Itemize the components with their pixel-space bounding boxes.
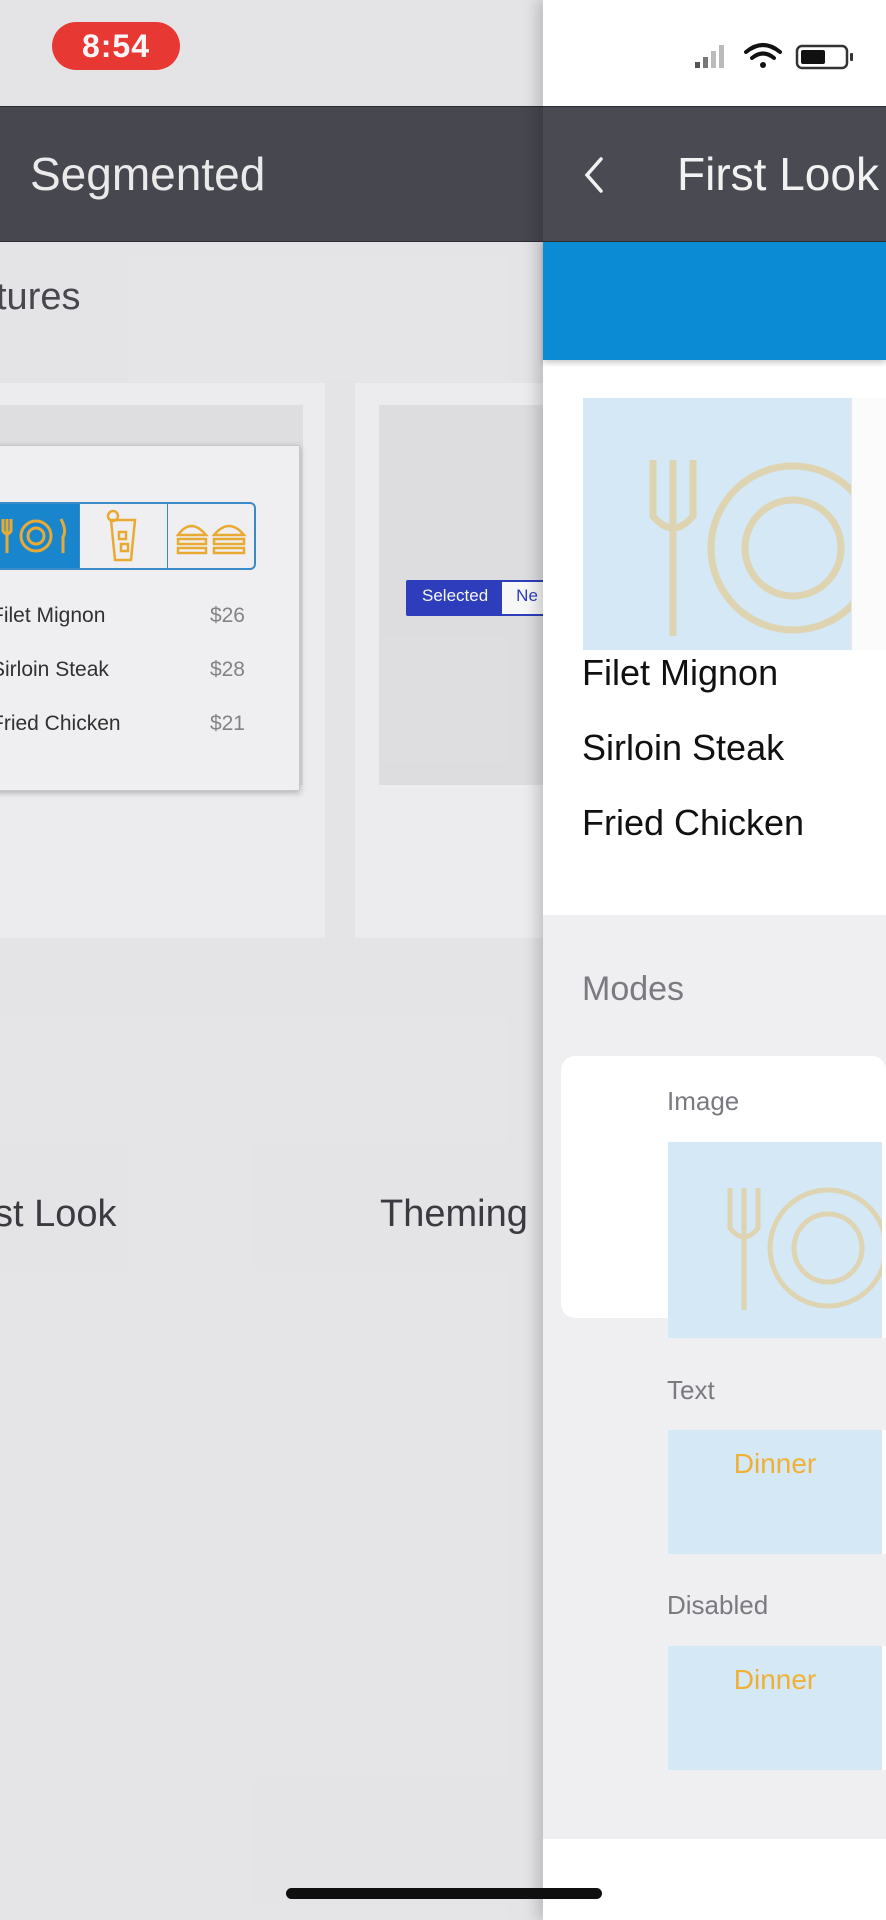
text-mode-segment[interactable]: Dinner xyxy=(668,1430,886,1554)
cellular-signal-icon xyxy=(695,45,724,68)
first-look-screen: First Look Filet Mignon Sirloin Steak Fr… xyxy=(543,0,886,1920)
navigation-bar: First Look xyxy=(543,106,886,242)
menu-item: Fried Chicken xyxy=(582,802,805,843)
image-mode-segment[interactable] xyxy=(668,1142,886,1338)
mode-label-disabled: Disabled xyxy=(667,1590,769,1620)
segment-text: Dinner xyxy=(733,1448,817,1479)
mode-label-text: Text xyxy=(667,1375,715,1405)
menu-item: Filet Mignon xyxy=(582,652,779,693)
status-icons xyxy=(695,43,853,70)
nav-title: First Look xyxy=(677,148,879,200)
dinner-plate-image xyxy=(583,398,879,650)
modes-section-title: Modes xyxy=(582,970,685,1008)
mode-label-image: Image xyxy=(667,1086,740,1116)
home-indicator[interactable] xyxy=(286,1888,602,1899)
segment-divider xyxy=(882,1430,886,1554)
back-chevron-icon[interactable] xyxy=(581,155,607,195)
plate-icon xyxy=(649,460,879,636)
menu-item: Sirloin Steak xyxy=(582,727,785,768)
image-divider xyxy=(851,398,886,650)
disabled-mode-segment: Dinner xyxy=(668,1646,886,1770)
plate-icon xyxy=(727,1187,886,1310)
segment-divider xyxy=(882,1142,886,1338)
segmented-control-bar[interactable] xyxy=(543,242,886,360)
segment-text: Dinner xyxy=(733,1664,817,1695)
wifi-icon xyxy=(744,43,782,68)
battery-icon xyxy=(795,44,853,70)
transition-dim-overlay xyxy=(0,0,544,1920)
segment-divider xyxy=(882,1646,886,1770)
